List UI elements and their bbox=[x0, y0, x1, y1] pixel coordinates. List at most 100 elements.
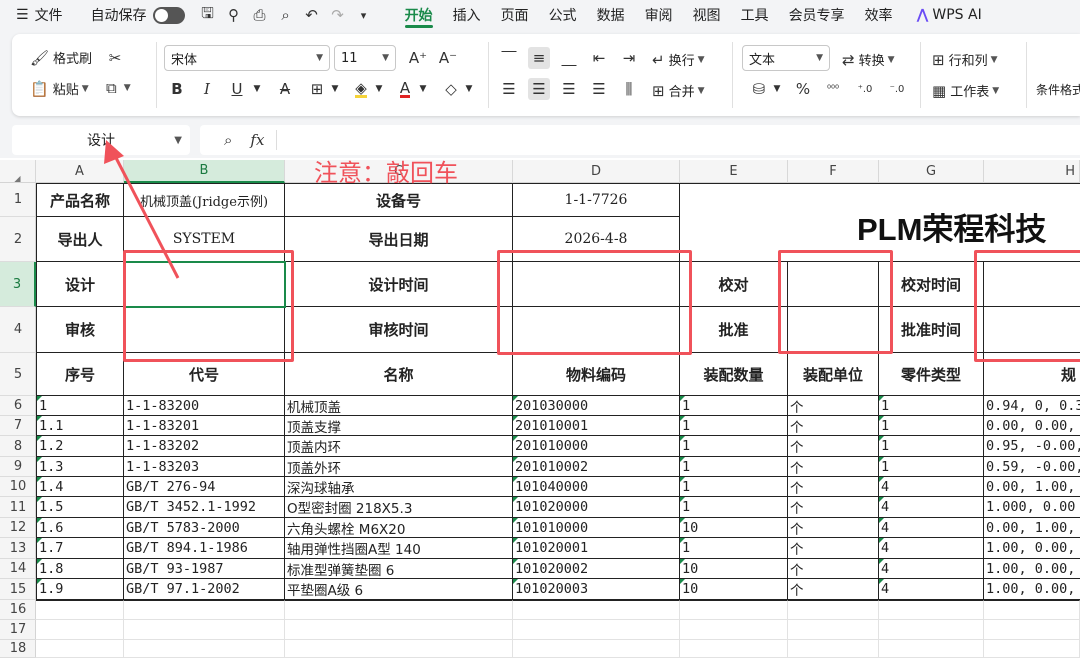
table-cell[interactable]: 4 bbox=[879, 538, 984, 559]
empty-cell[interactable] bbox=[984, 640, 1080, 658]
table-cell[interactable]: 六角头螺栓 M6X20 bbox=[285, 518, 513, 538]
table-cell[interactable]: 0.94, 0, 0.3 bbox=[984, 396, 1080, 416]
font-name-select[interactable]: 宋体 ▼ bbox=[164, 45, 330, 71]
table-cell[interactable]: 1-1-83200 bbox=[124, 396, 285, 416]
rows-cols-button[interactable]: ⊞ 行和列 ▼ bbox=[932, 50, 998, 70]
row-header[interactable]: 2 bbox=[0, 217, 36, 262]
worksheet-button[interactable]: ▦ 工作表 ▼ bbox=[932, 81, 999, 101]
empty-cell[interactable] bbox=[36, 600, 124, 620]
align-bottom-icon[interactable]: ⎽ bbox=[558, 47, 580, 69]
exporter-label[interactable]: 导出人 bbox=[36, 217, 124, 262]
tab-tools[interactable]: 工具 bbox=[731, 0, 779, 30]
table-cell[interactable]: 轴用弹性挡圈A型 140 bbox=[285, 538, 513, 559]
table-header[interactable]: 装配单位 bbox=[788, 353, 879, 396]
thousands-icon[interactable]: ⁰⁰⁰ bbox=[822, 78, 844, 100]
table-cell[interactable]: GB/T 276-94 bbox=[124, 477, 285, 497]
table-cell[interactable]: 101020003 bbox=[513, 579, 680, 600]
row-header[interactable]: 3 bbox=[0, 262, 36, 307]
table-cell[interactable]: 1.3 bbox=[36, 457, 124, 477]
table-cell[interactable]: 1 bbox=[680, 477, 788, 497]
table-cell[interactable]: O型密封圈 218X5.3 bbox=[285, 497, 513, 518]
table-cell[interactable]: 4 bbox=[879, 579, 984, 600]
table-cell[interactable]: 1.5 bbox=[36, 497, 124, 518]
column-header-d[interactable]: D bbox=[513, 160, 680, 183]
table-cell[interactable]: 0.00, 0.00, bbox=[984, 416, 1080, 436]
empty-cell[interactable] bbox=[285, 640, 513, 658]
empty-cell[interactable] bbox=[984, 600, 1080, 620]
product-name-label[interactable]: 产品名称 bbox=[36, 183, 124, 217]
device-no-value[interactable]: 1-1-7726 bbox=[513, 183, 680, 217]
table-header[interactable]: 名称 bbox=[285, 353, 513, 396]
table-cell[interactable]: 0.95, -0.00, bbox=[984, 436, 1080, 457]
decrease-indent-icon[interactable]: ⇤ bbox=[588, 47, 610, 69]
table-cell[interactable]: 个 bbox=[788, 538, 879, 559]
column-header-f[interactable]: F bbox=[788, 160, 879, 183]
cut-icon[interactable]: ✂ bbox=[104, 47, 126, 69]
table-cell[interactable]: 个 bbox=[788, 477, 879, 497]
row-header[interactable]: 6 bbox=[0, 396, 36, 416]
conditional-format-button[interactable]: 条件格式 bbox=[1036, 81, 1080, 98]
paste-button[interactable]: 📋 粘贴 ▼ bbox=[30, 79, 89, 99]
table-cell[interactable]: GB/T 97.1-2002 bbox=[124, 579, 285, 600]
table-cell[interactable]: 10 bbox=[680, 518, 788, 538]
approve-label[interactable]: 批准 bbox=[680, 307, 788, 353]
table-cell[interactable]: 1.00, 0.00, bbox=[984, 559, 1080, 579]
redo-icon[interactable]: ↷ bbox=[325, 3, 351, 27]
table-cell[interactable]: 个 bbox=[788, 396, 879, 416]
table-cell[interactable]: 101020001 bbox=[513, 538, 680, 559]
name-box[interactable]: 设计 ▼ bbox=[12, 125, 190, 155]
table-cell[interactable]: GB/T 3452.1-1992 bbox=[124, 497, 285, 518]
table-cell[interactable]: 个 bbox=[788, 436, 879, 457]
table-cell[interactable]: 1-1-83201 bbox=[124, 416, 285, 436]
row-header[interactable]: 5 bbox=[0, 353, 36, 396]
table-cell[interactable]: 1.7 bbox=[36, 538, 124, 559]
convert-button[interactable]: ⇄ 转换 ▼ bbox=[842, 50, 895, 70]
table-cell[interactable]: 101010000 bbox=[513, 518, 680, 538]
chevron-down-icon[interactable]: ▼ bbox=[246, 78, 268, 100]
check-label[interactable]: 校对 bbox=[680, 262, 788, 307]
empty-cell[interactable] bbox=[788, 620, 879, 640]
table-cell[interactable]: 4 bbox=[879, 559, 984, 579]
tab-efficiency[interactable]: 效率 bbox=[855, 0, 903, 30]
underline-icon[interactable]: U bbox=[226, 78, 248, 100]
font-size-select[interactable]: 11 ▼ bbox=[334, 45, 396, 71]
merge-button[interactable]: ⊞ 合并 ▼ bbox=[652, 81, 705, 101]
table-cell[interactable]: 10 bbox=[680, 579, 788, 600]
increase-decimal-icon[interactable]: ⁺.0 bbox=[854, 78, 876, 100]
formula-input[interactable]: ⌕ fx bbox=[200, 125, 1080, 155]
empty-cell[interactable] bbox=[36, 620, 124, 640]
increase-font-icon[interactable]: A⁺ bbox=[407, 47, 429, 69]
empty-cell[interactable] bbox=[124, 600, 285, 620]
strikethrough-icon[interactable]: A bbox=[274, 78, 296, 100]
table-cell[interactable]: 4 bbox=[879, 497, 984, 518]
table-cell[interactable]: 201010002 bbox=[513, 457, 680, 477]
review-time-label[interactable]: 审核时间 bbox=[285, 307, 513, 353]
row-header[interactable]: 8 bbox=[0, 436, 36, 457]
table-cell[interactable]: 顶盖支撑 bbox=[285, 416, 513, 436]
empty-cell[interactable] bbox=[984, 620, 1080, 640]
table-cell[interactable]: 1.00, 0.00, bbox=[984, 538, 1080, 559]
align-right-icon[interactable]: ☰ bbox=[558, 78, 580, 100]
table-cell[interactable]: GB/T 93-1987 bbox=[124, 559, 285, 579]
approve-time-label[interactable]: 批准时间 bbox=[879, 307, 984, 353]
check-time-label[interactable]: 校对时间 bbox=[879, 262, 984, 307]
table-cell[interactable]: 个 bbox=[788, 497, 879, 518]
autosave-toggle[interactable] bbox=[152, 6, 185, 24]
device-no-label[interactable]: 设备号 bbox=[285, 183, 513, 217]
review-label[interactable]: 审核 bbox=[36, 307, 124, 353]
chevron-down-icon[interactable]: ▼ bbox=[458, 78, 480, 100]
table-cell[interactable]: 1 bbox=[36, 396, 124, 416]
design-time-label[interactable]: 设计时间 bbox=[285, 262, 513, 307]
decrease-decimal-icon[interactable]: ⁻.0 bbox=[886, 78, 908, 100]
wps-ai-button[interactable]: ⋀ WPS AI bbox=[903, 7, 982, 23]
print-preview-icon[interactable]: ⌕ bbox=[273, 3, 299, 27]
empty-cell[interactable] bbox=[124, 640, 285, 658]
copy-button[interactable]: ⧉ ▼ bbox=[106, 79, 131, 97]
table-cell[interactable]: 1 bbox=[680, 416, 788, 436]
table-header[interactable]: 序号 bbox=[36, 353, 124, 396]
tab-review[interactable]: 审阅 bbox=[635, 0, 683, 30]
table-cell[interactable]: 1.2 bbox=[36, 436, 124, 457]
table-cell[interactable]: 平垫圈A级 6 bbox=[285, 579, 513, 600]
export-date-label[interactable]: 导出日期 bbox=[285, 217, 513, 262]
row-header[interactable]: 1 bbox=[0, 183, 36, 217]
